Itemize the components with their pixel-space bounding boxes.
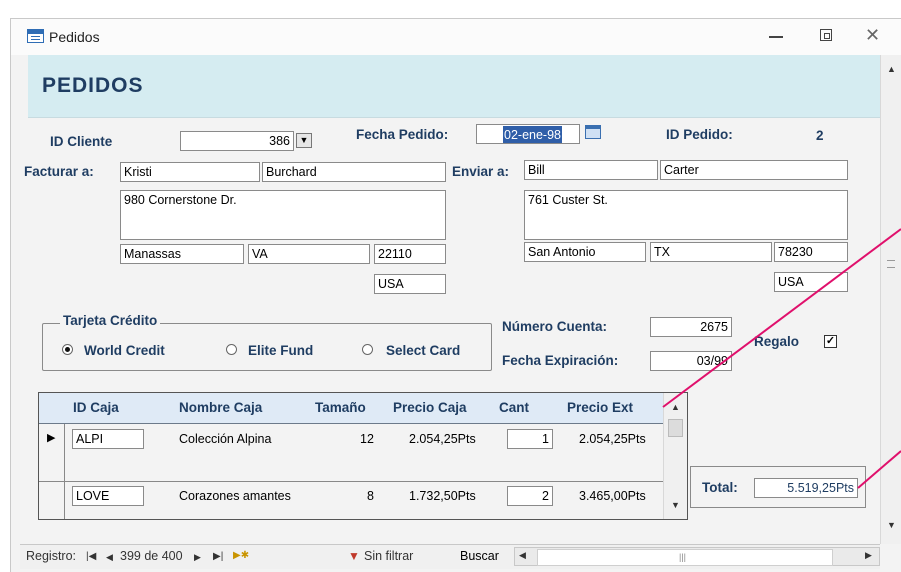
annotation-lines	[662, 228, 901, 489]
